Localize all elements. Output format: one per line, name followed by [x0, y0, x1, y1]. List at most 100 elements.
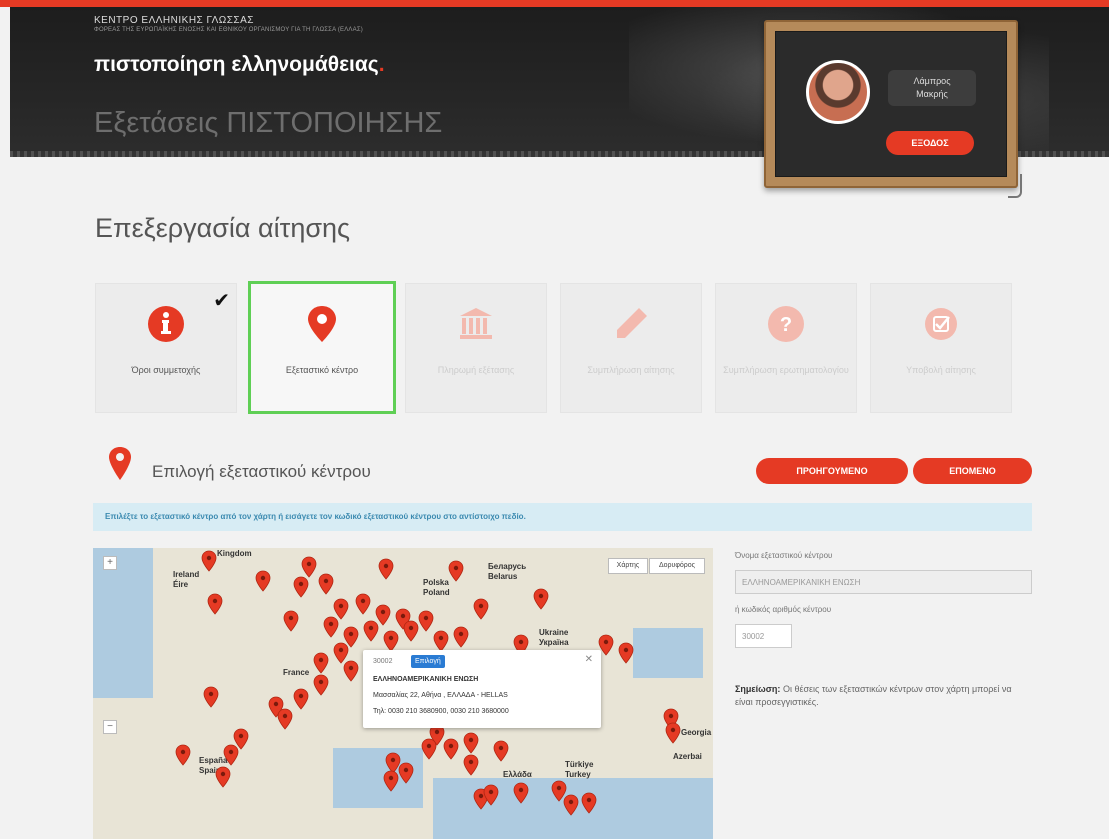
map-label: Türkiye	[565, 760, 594, 769]
map-marker-icon[interactable]	[448, 560, 464, 582]
site-title-text: πιστοποίηση ελληνομάθειας	[94, 53, 379, 76]
map-marker-icon[interactable]	[293, 576, 309, 598]
map-marker-icon[interactable]	[403, 620, 419, 642]
map-marker-icon[interactable]	[293, 688, 309, 710]
map-marker-icon[interactable]	[313, 674, 329, 696]
map-marker-icon[interactable]	[207, 593, 223, 615]
bank-icon	[460, 308, 492, 339]
map-label: Беларусь	[488, 562, 527, 571]
map-marker-icon	[308, 306, 336, 342]
step-questionnaire[interactable]: ? Συμπλήρωση ερωτηματολογίου	[715, 283, 857, 413]
map-marker-icon[interactable]	[418, 610, 434, 632]
org-name: ΚΕΝΤΡΟ ΕΛΛΗΝΙΚΗΣ ΓΛΩΣΣΑΣ	[94, 15, 254, 26]
map-marker-icon[interactable]	[215, 766, 231, 788]
map-marker-icon[interactable]	[378, 558, 394, 580]
step-label: Εξεταστικό κέντρο	[285, 365, 359, 375]
map-label: Ελλάδα	[503, 770, 532, 779]
map-label: France	[283, 668, 310, 677]
map-marker-icon[interactable]	[355, 593, 371, 615]
map-marker-icon[interactable]	[363, 620, 379, 642]
map-marker-icon[interactable]	[398, 762, 414, 784]
center-name-field[interactable]	[735, 570, 1032, 594]
map-label: Poland	[423, 588, 450, 597]
map-marker-icon[interactable]	[618, 642, 634, 664]
step-submit[interactable]: Υποβολή αίτησης	[870, 283, 1012, 413]
question-icon: ?	[768, 306, 804, 342]
step-application[interactable]: Συμπλήρωση αίτησης	[560, 283, 702, 413]
logout-button[interactable]: ΕΞΟΔΟΣ	[886, 131, 974, 155]
step-label: Πληρωμή εξέτασης	[437, 365, 515, 375]
sea-atlantic	[93, 548, 143, 658]
map-marker-icon[interactable]	[563, 794, 579, 816]
info-message: Επιλέξτε το εξεταστικό κέντρο από τον χά…	[93, 503, 1032, 531]
map-marker-icon[interactable]	[433, 630, 449, 652]
map-marker-icon[interactable]	[581, 792, 597, 814]
map-marker-icon[interactable]	[223, 744, 239, 766]
step-payment[interactable]: Πληρωμή εξέτασης	[405, 283, 547, 413]
zoom-out-button[interactable]: −	[103, 720, 117, 734]
map-marker-icon[interactable]	[453, 626, 469, 648]
info-icon	[148, 306, 184, 342]
map-marker-icon[interactable]	[255, 570, 271, 592]
page-title: Επεξεργασία αίτησης	[95, 213, 351, 243]
map-type-map-button[interactable]: Χάρτης	[608, 558, 648, 574]
center-code-label: ή κωδικός αριθμός κέντρου	[735, 605, 832, 614]
map-label: Ireland	[173, 570, 200, 579]
map-marker-icon[interactable]	[301, 556, 317, 578]
center-code-field[interactable]	[735, 624, 792, 648]
map-label: Belarus	[488, 572, 518, 581]
step-label: Υποβολή αίτησης	[906, 365, 976, 375]
map-info-window: 30002 Επιλογή ✕ ΕΛΛΗΝΟΑΜΕΡΙΚΑΝΙΚΗ ΕΝΩΣΗ …	[363, 650, 601, 728]
zoom-in-button[interactable]: +	[103, 556, 117, 570]
map-marker-icon[interactable]	[283, 610, 299, 632]
map-marker-icon[interactable]	[463, 732, 479, 754]
next-button[interactable]: ΕΠΟΜΕΝΟ	[913, 458, 1032, 484]
map-marker-icon[interactable]	[421, 738, 437, 760]
close-icon[interactable]: ✕	[585, 654, 593, 665]
pencil-icon	[617, 308, 647, 338]
map-marker-icon[interactable]	[277, 708, 293, 730]
step-terms[interactable]: ✔ Όροι συμμετοχής	[95, 283, 237, 413]
exam-centers-map[interactable]: Kingdom Ireland Éire Polska Poland Belar…	[93, 548, 713, 839]
map-marker-icon[interactable]	[318, 573, 334, 595]
map-label: Kingdom	[217, 549, 252, 558]
org-subtitle: ΦΟΡΕΑΣ ΤΗΣ ΕΥΡΩΠΑΪΚΗΣ ΕΝΟΣΗΣ ΚΑΙ ΕΘΝΙΚΟΥ…	[94, 27, 363, 33]
step-label: Συμπλήρωση αίτησης	[587, 365, 675, 375]
map-marker-icon[interactable]	[473, 598, 489, 620]
step-exam-center[interactable]: Εξεταστικό κέντρο	[248, 281, 396, 414]
map-marker-icon[interactable]	[665, 722, 681, 744]
center-code: 30002	[373, 658, 393, 665]
map-marker-icon	[109, 447, 131, 480]
user-first-name: Λάμπρος	[913, 76, 951, 86]
note: Σημείωση: Οι θέσεις των εξεταστικών κέντ…	[735, 683, 1025, 709]
map-type-satellite-button[interactable]: Δορυφόρος	[649, 558, 705, 574]
exam-title: Εξετάσεις ΠΙΣΤΟΠΟΙΗΣΗΣ	[94, 107, 443, 139]
select-center-button[interactable]: Επιλογή	[411, 655, 445, 668]
map-marker-icon[interactable]	[443, 738, 459, 760]
map-marker-icon[interactable]	[203, 686, 219, 708]
board-hook	[1008, 174, 1022, 198]
previous-button[interactable]: ΠΡΟΗΓΟΥΜΕΝΟ	[756, 458, 908, 484]
map-marker-icon[interactable]	[323, 616, 339, 638]
map-marker-icon[interactable]	[533, 588, 549, 610]
map-marker-icon[interactable]	[343, 660, 359, 682]
site-title[interactable]: πιστοποίηση ελληνομάθειας.	[94, 53, 385, 77]
chalkboard: Λάμπρος Μακρής ΕΞΟΔΟΣ	[775, 31, 1007, 177]
map-marker-icon[interactable]	[383, 630, 399, 652]
map-label: Azerbai	[673, 752, 702, 761]
map-marker-icon[interactable]	[483, 784, 499, 806]
center-phone: Τηλ: 0030 210 3680900, 0030 210 3680000	[373, 708, 509, 715]
section-title: Επιλογή εξεταστικού κέντρου	[152, 462, 371, 481]
map-marker-icon[interactable]	[383, 770, 399, 792]
map-marker-icon[interactable]	[493, 740, 509, 762]
map-marker-icon[interactable]	[175, 744, 191, 766]
map-marker-icon[interactable]	[313, 652, 329, 674]
map-marker-icon[interactable]	[201, 550, 217, 572]
steps-wizard: ✔ Όροι συμμετοχής Εξεταστικό κέντρο Πληρ…	[95, 281, 1015, 414]
map-label: Georgia	[681, 728, 712, 737]
user-name: Λάμπρος Μακρής	[888, 70, 976, 106]
map-marker-icon[interactable]	[513, 782, 529, 804]
center-name-label: Όνομα εξεταστικού κέντρου	[735, 551, 833, 560]
check-square-icon	[925, 308, 957, 340]
map-marker-icon[interactable]	[463, 754, 479, 776]
